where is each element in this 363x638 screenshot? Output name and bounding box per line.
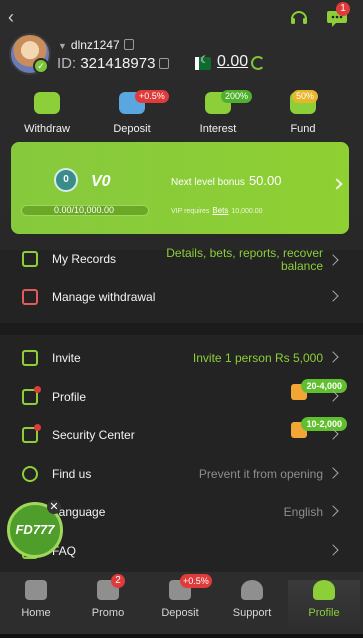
tab-deposit-badge: +0.5%: [180, 574, 212, 588]
deposit-button[interactable]: +0.5% Deposit: [97, 90, 169, 142]
user-icon: [313, 580, 335, 600]
tab-profile[interactable]: Profile: [288, 580, 360, 632]
tab-deposit[interactable]: +0.5% Deposit: [144, 574, 216, 632]
menu-invite-title: Invite: [52, 351, 81, 365]
tab-promo-label: Promo: [91, 607, 125, 619]
vip-card[interactable]: 0 V0 Next level bonus 50.00 0.00/10,000.0…: [11, 142, 349, 234]
user-id-value: 321418973: [80, 55, 156, 72]
chevron-right-icon: [327, 290, 339, 302]
deposit-label: Deposit: [113, 123, 151, 135]
chevron-right-icon: [331, 178, 343, 190]
fund-label: Fund: [290, 123, 316, 135]
vip-level: V0: [91, 173, 111, 190]
menu-my-records[interactable]: My Records Details, bets, reports, recov…: [0, 240, 363, 280]
menu-security-title: Security Center: [52, 428, 135, 442]
username: ▼ dlnz1247: [58, 38, 134, 52]
close-icon[interactable]: ✕: [47, 500, 61, 514]
chevron-right-icon: [327, 351, 339, 363]
tab-promo-badge: 2: [111, 574, 125, 588]
menu-profile-reward-badge: 20-4,000: [301, 379, 347, 393]
bottom-tab-bar: Home 2 Promo +0.5% Deposit Support Profi…: [0, 572, 363, 638]
vip-req-prefix: VIP requires: [171, 208, 210, 215]
vip-next-bonus: Next level bonus 50.00: [171, 173, 281, 188]
menu-invite-value: Invite 1 person Rs 5,000: [192, 351, 323, 365]
menu-security-reward-badge: 10-2,000: [301, 417, 347, 431]
vip-medal-icon: 0: [54, 168, 78, 192]
records-icon: [22, 251, 38, 267]
withdraw-button[interactable]: Withdraw: [12, 92, 82, 142]
menu-my-records-value-line2: balance: [280, 259, 323, 273]
menu-language-value: English: [283, 505, 323, 519]
interest-button[interactable]: 200% Interest: [183, 90, 253, 142]
username-text: dlnz1247: [70, 38, 120, 52]
copy-id-icon[interactable]: [159, 58, 170, 69]
tab-support[interactable]: Support: [216, 580, 288, 632]
vip-progress-bar: 0.00/10,000.00: [21, 205, 149, 216]
headset-icon[interactable]: [289, 8, 309, 28]
back-chevron-icon[interactable]: ‹: [8, 8, 22, 26]
copy-icon[interactable]: [123, 39, 134, 50]
menu-manage-withdrawal[interactable]: Manage withdrawal: [0, 278, 363, 316]
tab-home[interactable]: Home: [0, 580, 72, 632]
menu-profile[interactable]: Profile 20-4,000: [0, 378, 363, 416]
chat-badge: 1: [336, 2, 350, 16]
deposit-tag: +0.5%: [135, 90, 169, 103]
home-icon: [25, 580, 47, 600]
vip-requirement: VIP requires Bets 10,000.00: [171, 206, 263, 215]
tab-support-label: Support: [232, 607, 272, 619]
vip-req-link[interactable]: Bets: [212, 206, 228, 215]
menu-find-us-title: Find us: [52, 467, 92, 481]
menu-find-us-value: Prevent it from opening: [198, 467, 323, 481]
refresh-icon[interactable]: [251, 56, 265, 70]
vip-next-label: Next level bonus: [171, 177, 245, 188]
tab-profile-label: Profile: [308, 607, 340, 619]
search-icon: [22, 466, 38, 482]
menu-invite[interactable]: Invite Invite 1 person Rs 5,000: [0, 339, 363, 377]
menu-find-us[interactable]: Find us Prevent it from opening: [0, 455, 363, 493]
menu-manage-withdrawal-title: Manage withdrawal: [52, 290, 156, 304]
avatar-level-icon: ✓: [33, 58, 49, 74]
menu-my-records-title: My Records: [52, 252, 117, 266]
notification-dot: [34, 386, 41, 393]
pakistan-flag-icon: [195, 55, 211, 70]
withdraw-label: Withdraw: [24, 123, 70, 135]
withdraw-icon: [34, 92, 60, 114]
withdrawal-settings-icon: [22, 289, 38, 305]
balance-value[interactable]: 0.00: [217, 53, 248, 71]
user-id-label: ID:: [57, 55, 77, 72]
chevron-right-icon: [327, 505, 339, 517]
section-divider: [0, 323, 363, 335]
home-indicator: [0, 634, 363, 638]
vip-req-value: 10,000.00: [231, 208, 263, 215]
dropdown-triangle-icon[interactable]: ▼: [58, 41, 67, 51]
tab-deposit-label: Deposit: [161, 607, 199, 619]
chevron-right-icon: [327, 254, 339, 266]
chevron-right-icon: [327, 544, 339, 556]
menu-security-center[interactable]: Security Center 10-2,000: [0, 416, 363, 454]
tab-home-label: Home: [21, 607, 51, 619]
interest-tag: 200%: [221, 90, 253, 103]
fund-button[interactable]: 50% Fund: [268, 90, 338, 142]
headset-icon: [241, 580, 263, 600]
tab-promo[interactable]: 2 Promo: [72, 574, 144, 632]
vip-next-value: 50.00: [248, 173, 282, 188]
interest-label: Interest: [199, 123, 237, 135]
fund-tag: 50%: [292, 90, 319, 103]
user-id: ID: 321418973: [57, 55, 170, 72]
chevron-right-icon: [327, 467, 339, 479]
notification-dot: [34, 424, 41, 431]
invite-user-icon: [22, 350, 38, 366]
menu-my-records-value-line1: Details, bets, reports, recover: [166, 246, 323, 260]
menu-profile-title: Profile: [52, 390, 87, 404]
